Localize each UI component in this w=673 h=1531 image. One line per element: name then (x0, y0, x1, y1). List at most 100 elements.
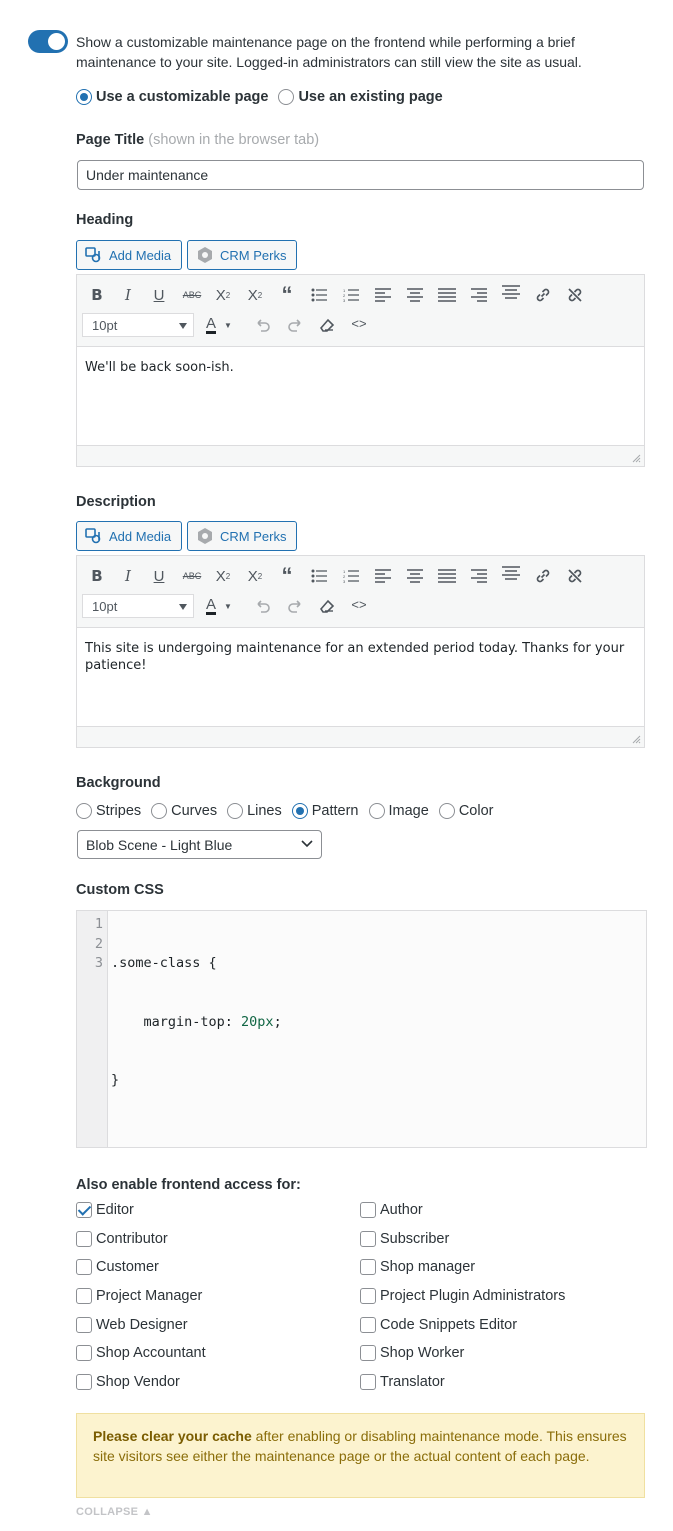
heading-editor-statusbar (77, 446, 644, 466)
align-center-icon[interactable] (403, 564, 427, 588)
numbered-list-icon[interactable]: 123 (339, 564, 363, 588)
heading-editor: B I U ABC X2 X2 “ 123 10pt A ▼ <> We'll b… (76, 274, 645, 467)
page-title-label: Page Title (shown in the browser tab) (76, 132, 320, 148)
radio-existing-page[interactable]: Use an existing page (278, 89, 443, 105)
radio-bg-image[interactable]: Image (368, 803, 429, 819)
align-justify-icon[interactable] (435, 564, 459, 588)
description-font-size-select[interactable]: 10pt (82, 594, 194, 618)
radio-bg-curves[interactable]: Curves (151, 803, 217, 819)
description-editor-statusbar (77, 727, 644, 747)
radio-customizable-page[interactable]: Use a customizable page (76, 89, 268, 105)
cache-notice-bold: Please clear your cache (93, 1428, 252, 1444)
background-label: Background (76, 775, 161, 791)
checkbox-editor[interactable]: Editor (76, 1202, 134, 1218)
numbered-list-icon[interactable]: 123 (339, 283, 363, 307)
add-media-icon (85, 528, 101, 544)
subscript-icon[interactable]: X2 (243, 283, 267, 307)
undo-icon[interactable] (251, 313, 275, 337)
checkbox-shop-vendor[interactable]: Shop Vendor (76, 1374, 180, 1390)
strikethrough-icon[interactable]: ABC (180, 283, 204, 307)
link-icon[interactable] (531, 283, 555, 307)
bullet-list-icon[interactable] (307, 564, 331, 588)
maintenance-toggle[interactable] (28, 30, 68, 53)
page-title-input[interactable] (77, 160, 644, 190)
horizontal-line-icon[interactable] (499, 281, 523, 305)
checkbox-customer[interactable]: Customer (76, 1259, 159, 1275)
resize-grip-icon[interactable] (632, 735, 641, 744)
page-mode-group: Use a customizable page Use an existing … (76, 89, 453, 105)
heading-editor-toolbar: B I U ABC X2 X2 “ 123 10pt A ▼ <> (77, 275, 644, 347)
background-options: Stripes Curves Lines Pattern Image Color (76, 803, 503, 819)
text-color-icon[interactable]: A ▼ (203, 594, 235, 618)
superscript-icon[interactable]: X2 (211, 283, 235, 307)
blockquote-icon[interactable]: “ (275, 282, 299, 307)
checkbox-shop-accountant[interactable]: Shop Accountant (76, 1345, 206, 1361)
superscript-icon[interactable]: X2 (211, 564, 235, 588)
custom-css-editor[interactable]: 1 2 3 .some-class { margin-top: 20px; } (76, 910, 647, 1148)
svg-text:3: 3 (343, 298, 346, 302)
code-icon[interactable]: <> (347, 592, 371, 616)
align-center-icon[interactable] (403, 283, 427, 307)
pattern-select[interactable]: Blob Scene - Light Blue (77, 830, 322, 859)
strikethrough-icon[interactable]: ABC (180, 564, 204, 588)
custom-css-label: Custom CSS (76, 882, 164, 898)
redo-icon[interactable] (283, 313, 307, 337)
heading-crm-perks-button[interactable]: CRM Perks (187, 240, 298, 270)
checkbox-shop-worker[interactable]: Shop Worker (360, 1345, 464, 1361)
checkbox-project-plugin-administrators[interactable]: Project Plugin Administrators (360, 1288, 565, 1304)
bullet-list-icon[interactable] (307, 283, 331, 307)
align-left-icon[interactable] (371, 283, 395, 307)
heading-add-media-button[interactable]: Add Media (76, 240, 183, 270)
description-crm-perks-button[interactable]: CRM Perks (187, 521, 298, 551)
radio-bg-pattern[interactable]: Pattern (291, 803, 359, 819)
link-icon[interactable] (531, 564, 555, 588)
heading-label: Heading (76, 212, 134, 228)
blockquote-icon[interactable]: “ (275, 563, 299, 588)
align-right-icon[interactable] (467, 564, 491, 588)
clear-formatting-icon[interactable] (315, 313, 339, 337)
unlink-icon[interactable] (563, 283, 587, 307)
add-media-icon (85, 247, 101, 263)
checkbox-code-snippets-editor[interactable]: Code Snippets Editor (360, 1317, 517, 1333)
bold-icon[interactable]: B (85, 283, 109, 307)
italic-icon[interactable]: I (116, 283, 140, 307)
code-icon[interactable]: <> (347, 311, 371, 335)
checkbox-author[interactable]: Author (360, 1202, 423, 1218)
redo-icon[interactable] (283, 594, 307, 618)
checkbox-translator[interactable]: Translator (360, 1374, 445, 1390)
horizontal-line-icon[interactable] (499, 562, 523, 586)
collapse-link[interactable]: COLLAPSE ▲ (76, 1506, 153, 1518)
unlink-icon[interactable] (563, 564, 587, 588)
bold-icon[interactable]: B (85, 564, 109, 588)
underline-icon[interactable]: U (147, 564, 171, 588)
checkbox-shop-manager[interactable]: Shop manager (360, 1259, 475, 1275)
chevron-down-icon (301, 840, 313, 848)
page-title-hint: (shown in the browser tab) (148, 132, 320, 148)
radio-bg-lines[interactable]: Lines (227, 803, 282, 819)
align-right-icon[interactable] (467, 283, 491, 307)
heading-editor-content[interactable]: We'll be back soon-ish. (77, 347, 644, 446)
subscript-icon[interactable]: X2 (243, 564, 267, 588)
radio-bg-stripes[interactable]: Stripes (76, 803, 141, 819)
code-line-3: } (111, 1072, 120, 1088)
checkbox-web-designer[interactable]: Web Designer (76, 1317, 188, 1333)
description-editor-toolbar: B I U ABC X2 X2 “ 123 10pt A ▼ <> (77, 556, 644, 628)
italic-icon[interactable]: I (116, 564, 140, 588)
undo-icon[interactable] (251, 594, 275, 618)
heading-font-size-select[interactable]: 10pt (82, 313, 194, 337)
text-color-icon[interactable]: A ▼ (203, 313, 235, 337)
underline-icon[interactable]: U (147, 283, 171, 307)
svg-text:3: 3 (343, 579, 346, 583)
checkbox-subscriber[interactable]: Subscriber (360, 1231, 449, 1247)
crm-perks-icon (198, 528, 212, 544)
checkbox-project-manager[interactable]: Project Manager (76, 1288, 202, 1304)
align-left-icon[interactable] (371, 564, 395, 588)
description-editor-content[interactable]: This site is undergoing maintenance for … (77, 628, 644, 727)
access-label: Also enable frontend access for: (76, 1177, 301, 1193)
resize-grip-icon[interactable] (632, 454, 641, 463)
description-add-media-button[interactable]: Add Media (76, 521, 183, 551)
align-justify-icon[interactable] (435, 283, 459, 307)
clear-formatting-icon[interactable] (315, 594, 339, 618)
checkbox-contributor[interactable]: Contributor (76, 1231, 168, 1247)
radio-bg-color[interactable]: Color (438, 803, 493, 819)
